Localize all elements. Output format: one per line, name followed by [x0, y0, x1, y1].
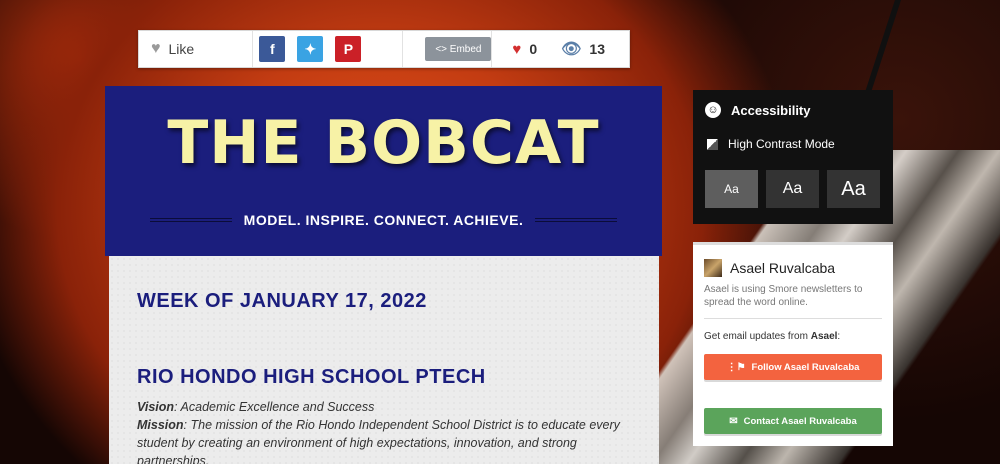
like-button[interactable]: ♥ Like [139, 31, 254, 67]
embed-button[interactable]: <> Embed [425, 37, 492, 61]
accessibility-header: ☺ Accessibility [705, 102, 811, 118]
author-row: Asael Ruvalcaba [704, 259, 835, 277]
accessibility-icon: ☺ [705, 102, 721, 118]
font-size-large-button[interactable]: Aa [827, 170, 880, 208]
updates-name: Asael [810, 331, 838, 342]
accessibility-panel: ☺ Accessibility High Contrast Mode Aa Aa… [693, 90, 893, 224]
newsletter-title: THE BOBCAT [167, 108, 600, 178]
vision-text: : Academic Excellence and Success [174, 400, 375, 414]
facebook-icon: f [270, 41, 275, 57]
tagline: MODEL. INSPIRE. CONNECT. ACHIEVE. [243, 212, 524, 228]
pinterest-share-button[interactable]: P [335, 36, 362, 62]
font-size-small-button[interactable]: Aa [705, 170, 758, 208]
heart-outline-icon: ♥ [151, 40, 161, 57]
divider-right [535, 218, 617, 222]
follow-label: Follow Asael Ruvalcaba [751, 361, 860, 373]
contact-label: Contact Asael Ruvalcaba [743, 415, 857, 427]
envelope-icon: ✉ [729, 415, 738, 427]
newsletter-content: WEEK OF JANUARY 17, 2022 RIO HONDO HIGH … [109, 256, 659, 464]
avatar [704, 259, 722, 277]
share-bar: ♥ Like f ✦ P <> Embed ♥ 0 👁 13 [138, 30, 630, 68]
views-value: 13 [589, 41, 605, 57]
code-icon: <> [435, 43, 450, 55]
updates-suffix: : [837, 331, 841, 342]
contrast-icon [707, 138, 718, 150]
accessibility-heading: Accessibility [731, 102, 811, 118]
social-share-buttons: f ✦ P [253, 31, 404, 67]
email-updates-label: Get email updates from Asael: [704, 331, 840, 342]
pinterest-icon: P [343, 41, 354, 57]
facebook-share-button[interactable]: f [259, 36, 286, 62]
divider [704, 318, 882, 319]
heart-icon: ♥ [512, 40, 522, 58]
tagline-row: MODEL. INSPIRE. CONNECT. ACHIEVE. [150, 210, 617, 230]
mission-line: Mission: The mission of the Rio Hondo In… [137, 416, 637, 464]
mission-label: Mission [137, 418, 184, 432]
author-panel: Asael Ruvalcaba Asael is using Smore new… [693, 242, 893, 446]
high-contrast-toggle[interactable]: High Contrast Mode [707, 137, 835, 151]
vision-label: Vision [137, 400, 175, 414]
hearts-value: 0 [529, 41, 538, 57]
mission-vision-text: Vision: Academic Excellence and Success … [137, 398, 637, 464]
follow-button[interactable]: ⋮⚑ Follow Asael Ruvalcaba [704, 354, 882, 380]
high-contrast-label: High Contrast Mode [728, 137, 835, 151]
mission-text: : The mission of the Rio Hondo Independe… [137, 418, 620, 464]
twitter-icon: ✦ [304, 40, 317, 57]
embed-label: Embed [449, 43, 482, 55]
vision-line: Vision: Academic Excellence and Success [137, 398, 637, 416]
follow-icon: ⋮⚑ [726, 361, 746, 373]
school-heading: RIO HONDO HIGH SCHOOL PTECH [137, 366, 486, 388]
divider-left [150, 218, 232, 222]
hearts-count: ♥ 0 [512, 41, 537, 58]
font-size-medium-button[interactable]: Aa [766, 170, 819, 208]
contact-button[interactable]: ✉ Contact Asael Ruvalcaba [704, 408, 882, 434]
eye-icon: 👁 [561, 41, 582, 58]
views-count: 👁 13 [561, 39, 605, 59]
twitter-share-button[interactable]: ✦ [297, 36, 324, 62]
stats: ♥ 0 👁 13 [492, 31, 629, 67]
week-heading: WEEK OF JANUARY 17, 2022 [137, 290, 427, 312]
author-name[interactable]: Asael Ruvalcaba [730, 260, 835, 276]
embed-section: <> Embed [403, 31, 493, 67]
updates-prefix: Get email updates from [704, 331, 811, 342]
newsletter-header: THE BOBCAT MODEL. INSPIRE. CONNECT. ACHI… [105, 86, 662, 256]
font-size-options: Aa Aa Aa [705, 170, 888, 208]
author-description: Asael is using Smore newsletters to spre… [704, 284, 863, 308]
like-label: Like [168, 41, 195, 57]
